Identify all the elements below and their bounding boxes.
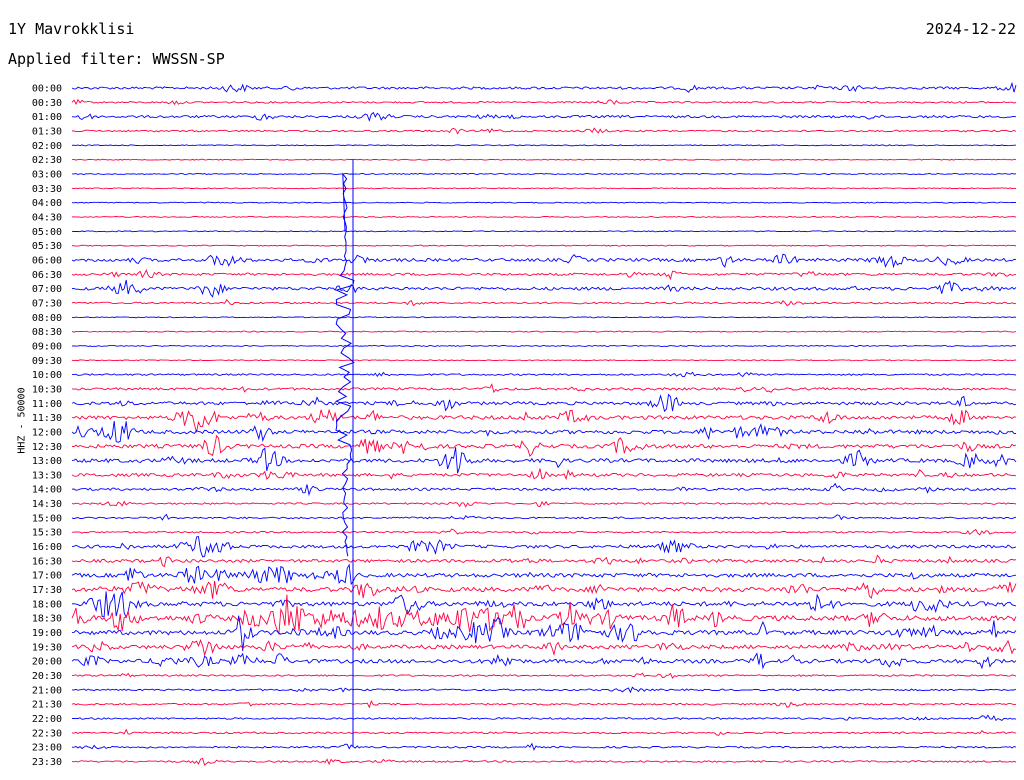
time-label: 04:30	[32, 212, 62, 223]
seismic-trace	[71, 672, 1017, 679]
time-label: 14:30	[32, 499, 62, 510]
seismic-trace	[71, 591, 1017, 619]
seismic-trace	[71, 158, 1017, 161]
time-label: 14:00	[32, 485, 62, 496]
seismic-trace	[71, 298, 1017, 307]
seismic-trace	[71, 639, 1017, 657]
seismic-trace	[71, 408, 1017, 433]
time-label: 18:00	[32, 599, 62, 610]
seismic-trace	[71, 244, 1017, 247]
time-label: 10:30	[32, 384, 62, 395]
time-label: 07:00	[32, 284, 62, 295]
time-label: 01:30	[32, 126, 62, 137]
time-label: 20:30	[32, 671, 62, 682]
time-label: 01:00	[32, 112, 62, 123]
seismic-trace	[71, 111, 1017, 122]
time-label: 06:30	[32, 270, 62, 281]
seismic-trace	[71, 127, 1017, 135]
time-label: 21:00	[32, 685, 62, 696]
seismic-trace	[71, 173, 1017, 175]
seismic-trace	[71, 594, 1017, 636]
seismic-trace	[71, 563, 1017, 586]
seismic-trace	[71, 216, 1017, 218]
time-label: 02:30	[32, 155, 62, 166]
seismic-trace	[71, 742, 1017, 751]
seismic-trace	[71, 554, 1017, 568]
time-label: 17:00	[32, 571, 62, 582]
time-label: 07:30	[32, 298, 62, 309]
time-label: 10:00	[32, 370, 62, 381]
time-label: 08:30	[32, 327, 62, 338]
time-label: 11:00	[32, 399, 62, 410]
seismic-trace	[71, 344, 1017, 347]
time-label: 09:30	[32, 356, 62, 367]
time-label: 13:30	[32, 470, 62, 481]
time-label: 06:00	[32, 255, 62, 266]
time-label: 23:30	[32, 757, 62, 768]
time-label: 03:00	[32, 169, 62, 180]
seismic-trace	[71, 359, 1017, 362]
seismic-trace	[71, 757, 1017, 766]
seismic-trace	[71, 528, 1017, 536]
time-label: 05:00	[32, 227, 62, 238]
seismic-trace	[71, 383, 1017, 394]
time-label: 17:30	[32, 585, 62, 596]
time-label: 15:30	[32, 528, 62, 539]
time-label: 13:00	[32, 456, 62, 467]
seismic-trace	[71, 500, 1017, 508]
seismic-trace	[71, 652, 1017, 670]
seismic-trace	[71, 714, 1017, 722]
seismic-trace	[71, 434, 1017, 457]
seismic-trace	[71, 230, 1017, 233]
seismic-trace	[71, 482, 1017, 497]
time-label: 00:30	[32, 98, 62, 109]
time-label: 21:30	[32, 700, 62, 711]
time-label: 08:00	[32, 313, 62, 324]
seismogram-plot: 00:00 00:30 01:00 01:30 02:00 02:30 03:00 03:30…	[32, 81, 1017, 768]
seismic-trace	[71, 728, 1017, 736]
seismic-trace	[71, 699, 1017, 709]
seismic-trace	[71, 253, 1017, 269]
time-label: 00:00	[32, 84, 62, 95]
seismic-trace	[71, 686, 1017, 694]
seismic-trace	[71, 393, 1017, 413]
time-label: 09:00	[32, 341, 62, 352]
seismic-trace	[71, 98, 1017, 106]
seismic-trace	[71, 144, 1017, 147]
seismic-trace	[71, 513, 1017, 521]
seismic-trace	[72, 371, 1017, 378]
time-label: 19:30	[32, 642, 62, 653]
seismic-trace	[71, 269, 1017, 281]
seismic-trace	[71, 279, 1017, 298]
time-label: 20:00	[32, 657, 62, 668]
time-label: 16:30	[32, 556, 62, 567]
seismic-trace	[71, 468, 1017, 481]
seismic-trace	[71, 187, 1017, 190]
seismic-trace	[71, 316, 1017, 319]
time-label: 04:00	[32, 198, 62, 209]
seismic-trace	[71, 580, 1017, 599]
time-label: 22:00	[32, 714, 62, 725]
time-label: 23:00	[32, 743, 62, 754]
time-label: 12:00	[32, 427, 62, 438]
seismic-trace	[71, 330, 1017, 333]
time-label: 22:30	[32, 728, 62, 739]
time-label: 12:30	[32, 442, 62, 453]
time-label: 19:00	[32, 628, 62, 639]
seismic-trace	[71, 81, 1017, 93]
time-label: 05:30	[32, 241, 62, 252]
seismic-trace	[71, 535, 1017, 558]
time-label: 18:30	[32, 614, 62, 625]
time-label: 15:00	[32, 513, 62, 524]
time-label: 11:30	[32, 413, 62, 424]
seismic-trace	[71, 201, 1017, 204]
time-label: 03:30	[32, 184, 62, 195]
seismic-trace	[71, 421, 1017, 443]
time-label: 02:00	[32, 141, 62, 152]
time-label: 16:00	[32, 542, 62, 553]
